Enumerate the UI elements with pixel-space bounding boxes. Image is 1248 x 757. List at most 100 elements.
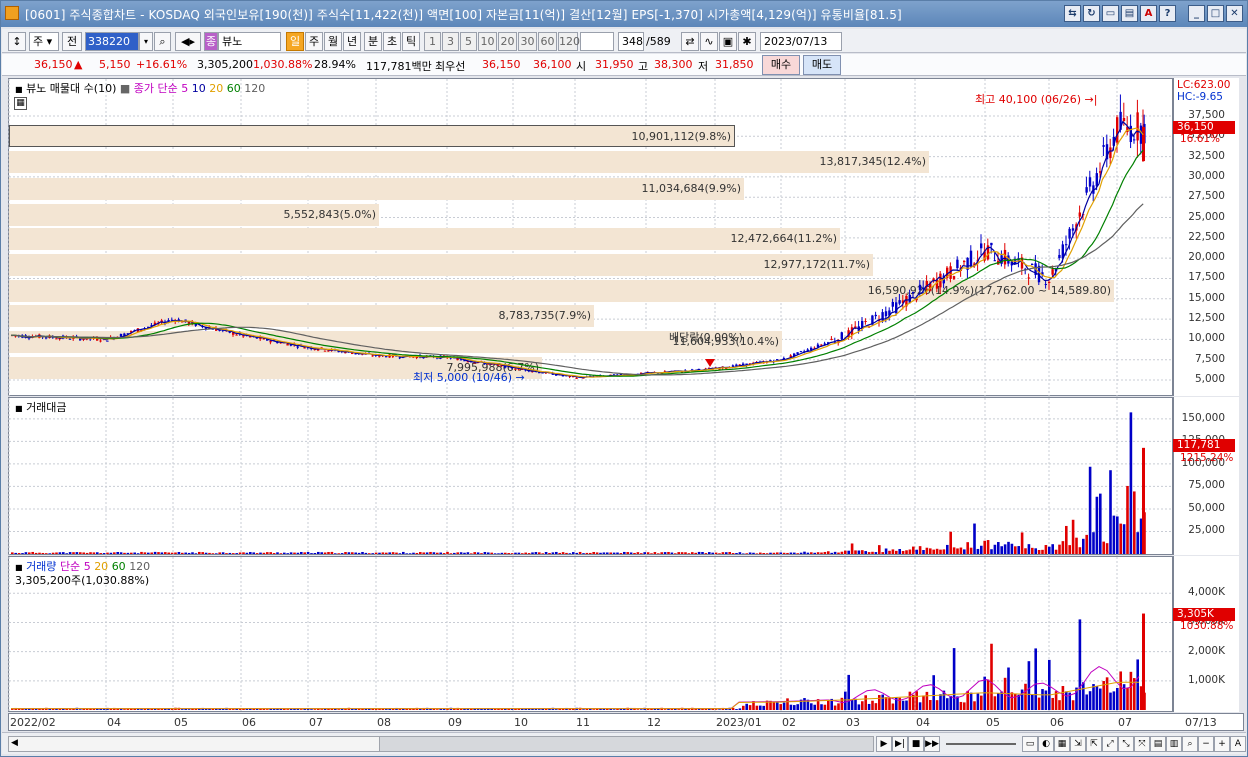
scrollbar[interactable]: ◀ [8, 736, 874, 752]
volume-bar [820, 704, 823, 710]
interval-3[interactable]: 3 [442, 32, 459, 51]
trade-value-bar [201, 552, 204, 554]
period-day[interactable]: 일 [286, 32, 304, 51]
search-icon[interactable]: ⌕ [154, 32, 171, 51]
maximize-button[interactable]: □ [1207, 5, 1224, 22]
scroll-left-icon[interactable]: ◀ [11, 738, 18, 748]
trade-value-bar [422, 552, 425, 554]
zoom-in-icon[interactable]: + [1214, 736, 1230, 752]
window-icon[interactable]: ▭ [1102, 5, 1119, 22]
tool4-icon[interactable]: ⇲ [1070, 736, 1086, 752]
period-month[interactable]: 월 [324, 32, 342, 51]
trade-value-bar [187, 552, 191, 554]
interval-5[interactable]: 5 [460, 32, 477, 51]
step-end-icon[interactable]: ▶| [892, 736, 908, 752]
help-icon[interactable]: ? [1159, 5, 1176, 22]
trade-value-tag-pct: 1215.24% [1180, 452, 1234, 464]
trade-value-bar [208, 552, 211, 554]
close-button[interactable]: ✕ [1226, 5, 1243, 22]
low-label: 저 [698, 60, 709, 73]
price-y-axis[interactable]: LC:623.00 HC:-9.65 37,500 35,000 32,500 30,… [1173, 78, 1239, 396]
interval-20[interactable]: 20 [498, 32, 517, 51]
trade-value-bar [279, 553, 283, 554]
prev-button[interactable]: 전 [62, 32, 82, 51]
tool6-icon[interactable]: ⤢ [1102, 736, 1118, 752]
interval-120[interactable]: 120 [558, 32, 580, 51]
trade-value-bar [194, 553, 198, 554]
date-input[interactable]: 2023/07/13 ▦ [760, 32, 842, 65]
trade-value-bar [680, 552, 684, 554]
period-minute[interactable]: 분 [364, 32, 382, 51]
volume-bar [198, 709, 201, 710]
interval-30[interactable]: 30 [518, 32, 537, 51]
tool10-icon[interactable]: ▥ [1166, 736, 1182, 752]
refresh-icon[interactable]: ↻ [1083, 5, 1100, 22]
volume-bar [959, 701, 963, 710]
volume-bar [929, 700, 932, 710]
play-icon[interactable]: ▶ [876, 736, 892, 752]
tool5-icon[interactable]: ⇱ [1086, 736, 1102, 752]
trade-value-bar [320, 552, 323, 554]
lock-icon[interactable]: ↕ [8, 32, 26, 51]
table-icon[interactable]: ▦ [14, 97, 27, 110]
stop-icon[interactable]: ■ [908, 736, 924, 752]
trade-value-bar [728, 551, 731, 554]
trade-value-bar [425, 552, 429, 554]
zoom-out-icon[interactable]: − [1198, 736, 1214, 752]
volume-bar [735, 709, 738, 710]
volume-bar [857, 704, 861, 710]
x-axis-label: 07 [1118, 716, 1132, 729]
stock-name-field[interactable]: 뷰노 [218, 32, 281, 51]
trade-value-pane[interactable]: ■ 거래대금 [8, 397, 1174, 558]
candle-body [45, 337, 48, 339]
trade-value-bar [918, 546, 922, 554]
speaker-icon[interactable]: ◀▸ [175, 32, 201, 51]
buy-button[interactable]: 매수 [762, 55, 800, 75]
settings-icon[interactable]: ✱ [738, 32, 756, 51]
period-week[interactable]: 주 [305, 32, 323, 51]
trade-value-bar [1034, 548, 1037, 554]
trade-value-y-axis[interactable]: 150,000125,000100,00075,00050,00025,000 … [1173, 397, 1239, 555]
code-input[interactable]: 338220 [85, 32, 139, 51]
tool2-icon[interactable]: ◐ [1038, 736, 1054, 752]
period-year[interactable]: 년 [343, 32, 361, 51]
minimize-button[interactable]: _ [1188, 5, 1205, 22]
count-input[interactable]: 348 [618, 32, 644, 51]
trade-value-bar [361, 551, 364, 554]
screen-icon[interactable]: ▤ [1121, 5, 1138, 22]
font-icon[interactable]: A [1140, 5, 1157, 22]
zoom-search-icon[interactable]: ⌕ [1182, 736, 1198, 752]
interval-1[interactable]: 1 [424, 32, 441, 51]
arrows-icon[interactable]: ⇄ [681, 32, 699, 51]
volume-pane[interactable]: ■ 거래량 단순 5 20 60 120 3,305,200주(1,030.88… [8, 556, 1174, 717]
tool1-icon[interactable]: ▭ [1022, 736, 1038, 752]
volume-bar [1092, 684, 1095, 710]
volume-y-axis[interactable]: 4,000K 3,000K 2,000K 1,000K 3,305K 1030.88% [1173, 556, 1239, 712]
custom-interval-select[interactable] [580, 32, 614, 51]
volume-bar [854, 698, 857, 710]
font-size-icon[interactable]: A [1230, 736, 1246, 752]
price-chart-pane[interactable]: 10,901,112(9.8%) 13,817,345(12.4%) 11,034,… [8, 78, 1174, 397]
zoom-slider[interactable] [946, 743, 1016, 745]
interval-60[interactable]: 60 [538, 32, 557, 51]
sell-button[interactable]: 매도 [803, 55, 841, 75]
volume-bar [976, 693, 980, 710]
period-tick[interactable]: 틱 [402, 32, 420, 51]
fast-forward-icon[interactable]: ▶▶ [924, 736, 940, 752]
link-icon[interactable]: ⇆ [1064, 5, 1081, 22]
scrollbar-thumb[interactable] [379, 737, 873, 751]
quote-row: 36,150 ▲ 5,150 +16.61% 3,305,200 1,030.8… [2, 54, 1246, 76]
save-icon[interactable]: ▣ [719, 32, 737, 51]
volume-bar [1051, 697, 1054, 710]
type-select[interactable]: 주 ▾ [29, 32, 59, 51]
code-dropdown-icon[interactable]: ▾ [139, 32, 153, 51]
tool7-icon[interactable]: ⤡ [1118, 736, 1134, 752]
interval-10[interactable]: 10 [478, 32, 497, 51]
tool8-icon[interactable]: ⤧ [1134, 736, 1150, 752]
tool9-icon[interactable]: ▤ [1150, 736, 1166, 752]
tool3-icon[interactable]: ▦ [1054, 736, 1070, 752]
chart-icon[interactable]: ∿ [700, 32, 718, 51]
trade-value-bar [116, 551, 119, 554]
volume-bar [1095, 686, 1099, 710]
period-second[interactable]: 초 [383, 32, 401, 51]
